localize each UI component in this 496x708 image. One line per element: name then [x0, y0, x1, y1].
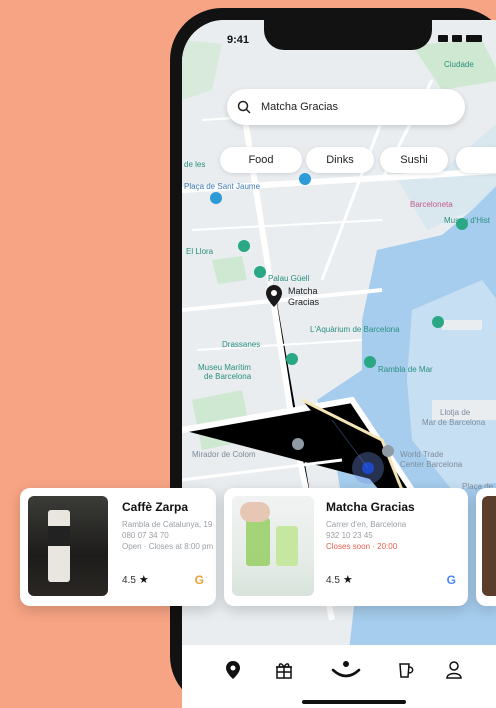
chip-more[interactable] — [456, 147, 496, 173]
place-name: Caffè Zarpa — [122, 500, 189, 514]
chip-drinks[interactable]: Dinks — [306, 147, 374, 173]
chip-food[interactable]: Food — [220, 147, 302, 173]
place-address: Rambla de Catalunya, 19 — [122, 520, 213, 529]
map-label-llotja: Llotja de — [440, 408, 471, 417]
status-icons — [438, 35, 482, 42]
poi-icon[interactable] — [299, 173, 311, 185]
map-label-plaza: Plaça de Sant Jaume — [184, 182, 261, 191]
place-address: Carrer d'en, Barcelona — [326, 520, 407, 529]
map-label-museu-2: de Barcelona — [204, 372, 252, 381]
home-indicator — [302, 700, 406, 704]
search-query[interactable]: Matcha Gracias — [261, 101, 338, 113]
place-rating: 4.5 ★ — [122, 574, 149, 586]
poi-icon[interactable] — [364, 356, 376, 368]
map-label-barceloneta: Barceloneta — [410, 200, 453, 209]
filter-chips: Food Dinks Sushi — [182, 147, 496, 173]
place-photo — [232, 496, 314, 596]
map-label-wtc-1: World Trade — [400, 450, 444, 459]
place-phone: 080 07 34 70 — [122, 531, 169, 540]
place-phone: 932 10 23 45 — [326, 531, 373, 540]
map-label-ciudad: Ciudade — [444, 60, 474, 69]
chip-sushi[interactable]: Sushi — [380, 147, 448, 173]
cup-icon — [399, 663, 414, 678]
location-pin-icon — [226, 661, 240, 679]
tab-home[interactable] — [328, 657, 364, 683]
place-card[interactable]: Caffè Zarpa Rambla de Catalunya, 19 080 … — [20, 488, 216, 606]
map-label-wtc-2: Center Barcelona — [400, 460, 463, 469]
poi-icon[interactable] — [254, 266, 266, 278]
map-pin-icon[interactable] — [266, 285, 282, 307]
search-bar[interactable]: Matcha Gracias — [227, 89, 465, 125]
wifi-icon — [452, 35, 462, 42]
place-card[interactable] — [476, 488, 496, 606]
star-icon: ★ — [342, 574, 353, 586]
search-icon — [237, 100, 251, 114]
map-label-aquarium: L'Aquàrium de Barcelona — [310, 325, 400, 334]
place-photo — [28, 496, 108, 596]
gift-icon — [276, 663, 292, 679]
tab-bar — [182, 645, 496, 708]
poi-icon[interactable] — [456, 218, 468, 230]
selected-place-label[interactable]: Matcha Gracias — [288, 286, 319, 308]
map-label-drassanes: Drassanes — [222, 340, 261, 349]
place-photo — [482, 496, 496, 596]
map-label-llotja-2: Mar de Barcelona — [422, 418, 486, 427]
poi-icon[interactable] — [292, 438, 304, 450]
google-icon[interactable]: G — [447, 573, 456, 587]
tab-gifts[interactable] — [270, 657, 298, 683]
tab-profile[interactable] — [440, 657, 468, 683]
star-icon: ★ — [138, 574, 149, 586]
tab-orders[interactable] — [392, 657, 420, 683]
map-label-museu-1: Museu Marítim — [198, 363, 251, 372]
map-label-mirador: Mirador de Colom — [192, 450, 256, 459]
place-hours: Open · Closes at 8:00 pm — [122, 542, 214, 551]
battery-icon — [466, 35, 482, 42]
poi-icon[interactable] — [432, 316, 444, 328]
map-label-llora: El Llora — [186, 247, 214, 256]
poi-icon[interactable] — [210, 192, 222, 204]
google-icon[interactable]: G — [195, 573, 204, 587]
place-rating: 4.5 ★ — [326, 574, 353, 586]
place-name: Matcha Gracias — [326, 500, 415, 514]
map-label-rambla: Rambla de Mar — [378, 365, 433, 374]
poi-icon[interactable] — [238, 240, 250, 252]
place-hours: Closes soon · 20:00 — [326, 542, 398, 551]
notch — [264, 20, 432, 50]
poi-icon[interactable] — [382, 445, 394, 457]
map-label-palau: Palau Güell — [268, 274, 310, 283]
smile-icon — [331, 661, 361, 678]
place-card[interactable]: Matcha Gracias Carrer d'en, Barcelona 93… — [224, 488, 468, 606]
tab-map[interactable] — [219, 657, 247, 683]
signal-icon — [438, 35, 448, 42]
status-time: 9:41 — [227, 34, 250, 46]
profile-icon — [446, 661, 462, 679]
poi-icon[interactable] — [286, 353, 298, 365]
